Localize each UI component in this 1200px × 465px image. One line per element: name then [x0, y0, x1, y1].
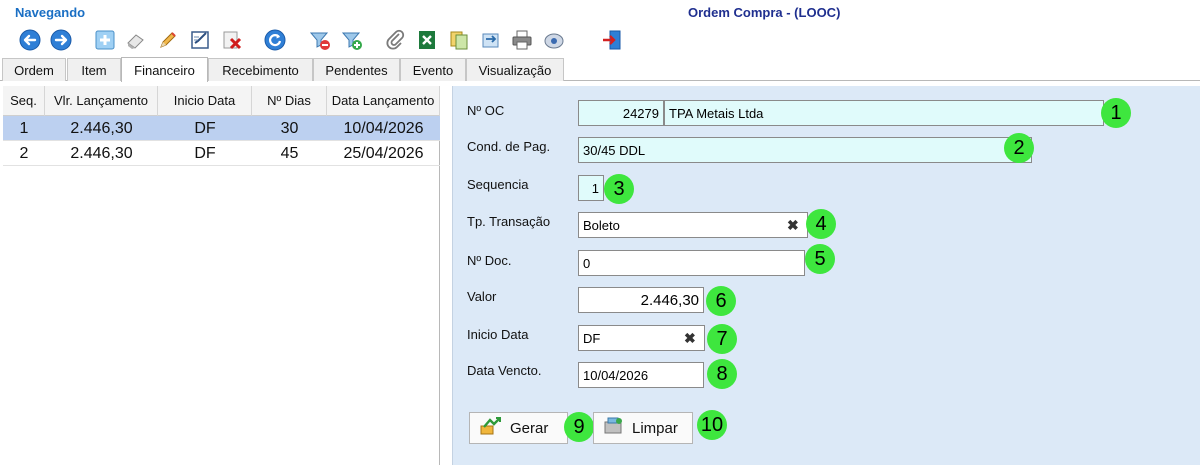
edit-icon[interactable]: [155, 27, 181, 53]
tab-bar: Ordem Item Financeiro Recebimento Penden…: [0, 57, 1200, 82]
filter-add-icon[interactable]: [339, 27, 365, 53]
callout-badge: 5: [805, 244, 835, 274]
cell-seq: 2: [19, 145, 29, 162]
checklist-icon[interactable]: [187, 27, 213, 53]
toolbar-separator: [592, 28, 593, 52]
tab-ordem[interactable]: Ordem: [2, 58, 66, 81]
title-bar: Navegando Ordem Compra - (LOOC): [0, 0, 1200, 24]
valor-label: Valor: [467, 289, 497, 304]
limpar-label: Limpar: [632, 419, 678, 437]
excel-icon[interactable]: [414, 27, 440, 53]
callout-badge: 2: [1004, 133, 1034, 163]
eraser-icon[interactable]: [123, 27, 149, 53]
cell-seq: 1: [19, 120, 29, 137]
sequencia-field[interactable]: 1: [578, 175, 604, 201]
column-header-dias[interactable]: Nº Dias: [252, 86, 327, 116]
valor-field[interactable]: 2.446,30: [578, 287, 704, 313]
limpar-button[interactable]: Limpar: [593, 412, 693, 444]
toolbar: [0, 24, 1200, 56]
cell-inicio: DF: [194, 120, 216, 137]
cell-valor: 2.446,30: [70, 120, 133, 137]
tab-recebimento[interactable]: Recebimento: [208, 58, 313, 81]
clear-icon[interactable]: ✖: [684, 330, 696, 347]
grid-header: Seq. Vlr. Lançamento Inicio Data Nº Dias…: [3, 86, 440, 116]
cell-data: 25/04/2026: [343, 145, 424, 162]
column-header-seq[interactable]: Seq.: [3, 86, 45, 116]
export-icon[interactable]: [478, 27, 504, 53]
email-icon[interactable]: [541, 27, 567, 53]
filter-remove-icon[interactable]: [307, 27, 333, 53]
refresh-icon[interactable]: [262, 27, 288, 53]
tab-financeiro[interactable]: Financeiro: [121, 57, 208, 82]
callout-badge: 1: [1101, 98, 1131, 128]
cell-data: 10/04/2026: [343, 120, 424, 137]
gerar-icon: [480, 416, 502, 440]
column-header-data[interactable]: Data Lançamento: [327, 86, 440, 116]
inicio-data-label: Inicio Data: [467, 327, 529, 342]
callout-badge: 10: [697, 410, 727, 440]
doc-label: Nº Doc.: [467, 253, 512, 268]
tp-transacao-value: Boleto: [583, 217, 620, 233]
cell-inicio: DF: [194, 145, 216, 162]
callout-badge: 7: [707, 324, 737, 354]
financial-grid: Seq. Vlr. Lançamento Inicio Data Nº Dias…: [3, 86, 440, 465]
gerar-label: Gerar: [510, 419, 549, 437]
callout-badge: 3: [604, 174, 634, 204]
tab-pendentes[interactable]: Pendentes: [313, 58, 400, 81]
inicio-data-value: DF: [583, 330, 601, 346]
exit-icon[interactable]: [599, 27, 625, 53]
callout-badge: 8: [707, 359, 737, 389]
toolbar-separator: [9, 28, 10, 52]
table-row[interactable]: 1 2.446,30 DF 30 10/04/2026: [3, 116, 440, 141]
print-icon[interactable]: [509, 27, 535, 53]
copy-icon[interactable]: [446, 27, 472, 53]
doc-field[interactable]: 0: [578, 250, 805, 276]
tab-item[interactable]: Item: [67, 58, 121, 81]
limpar-icon: [602, 416, 624, 440]
data-vencto-field[interactable]: 10/04/2026: [578, 362, 704, 388]
window-title: Ordem Compra - (LOOC): [688, 5, 841, 20]
callout-badge: 6: [706, 286, 736, 316]
tp-transacao-label: Tp. Transação: [467, 214, 551, 229]
callout-badge: 9: [564, 412, 594, 442]
status-label: Navegando: [15, 5, 86, 20]
toolbar-separator: [375, 28, 376, 52]
table-row[interactable]: 2 2.446,30 DF 45 25/04/2026: [3, 141, 440, 166]
gerar-button[interactable]: Gerar: [469, 412, 568, 444]
callout-badge: 4: [806, 209, 836, 239]
clear-icon[interactable]: ✖: [787, 217, 799, 234]
toolbar-separator: [255, 28, 256, 52]
oc-label: Nº OC: [467, 103, 505, 118]
forward-icon[interactable]: [48, 27, 74, 53]
cond-pag-label: Cond. de Pag.: [467, 139, 551, 154]
toolbar-separator: [84, 28, 85, 52]
column-header-valor[interactable]: Vlr. Lançamento: [45, 86, 158, 116]
tp-transacao-field[interactable]: Boleto: [578, 212, 808, 238]
tab-evento[interactable]: Evento: [400, 58, 466, 81]
back-icon[interactable]: [17, 27, 43, 53]
toolbar-separator: [299, 28, 300, 52]
toolbar-separator: [584, 28, 585, 52]
new-icon[interactable]: [92, 27, 118, 53]
cell-dias: 30: [280, 120, 299, 137]
oc-supplier-field[interactable]: TPA Metais Ltda: [664, 100, 1104, 126]
cell-valor: 2.446,30: [70, 145, 133, 162]
column-header-inicio[interactable]: Inicio Data: [158, 86, 252, 116]
tab-visualizacao[interactable]: Visualização: [466, 58, 564, 81]
cell-dias: 45: [280, 145, 299, 162]
attach-icon[interactable]: [383, 27, 409, 53]
sequencia-label: Sequencia: [467, 177, 529, 192]
oc-number-field[interactable]: 24279: [578, 100, 664, 126]
data-vencto-label: Data Vencto.: [467, 363, 542, 378]
form-panel: Nº OC 24279 TPA Metais Ltda 1 Cond. de P…: [452, 86, 1200, 465]
delete-icon[interactable]: [219, 27, 245, 53]
cond-pag-field[interactable]: 30/45 DDL: [578, 137, 1032, 163]
